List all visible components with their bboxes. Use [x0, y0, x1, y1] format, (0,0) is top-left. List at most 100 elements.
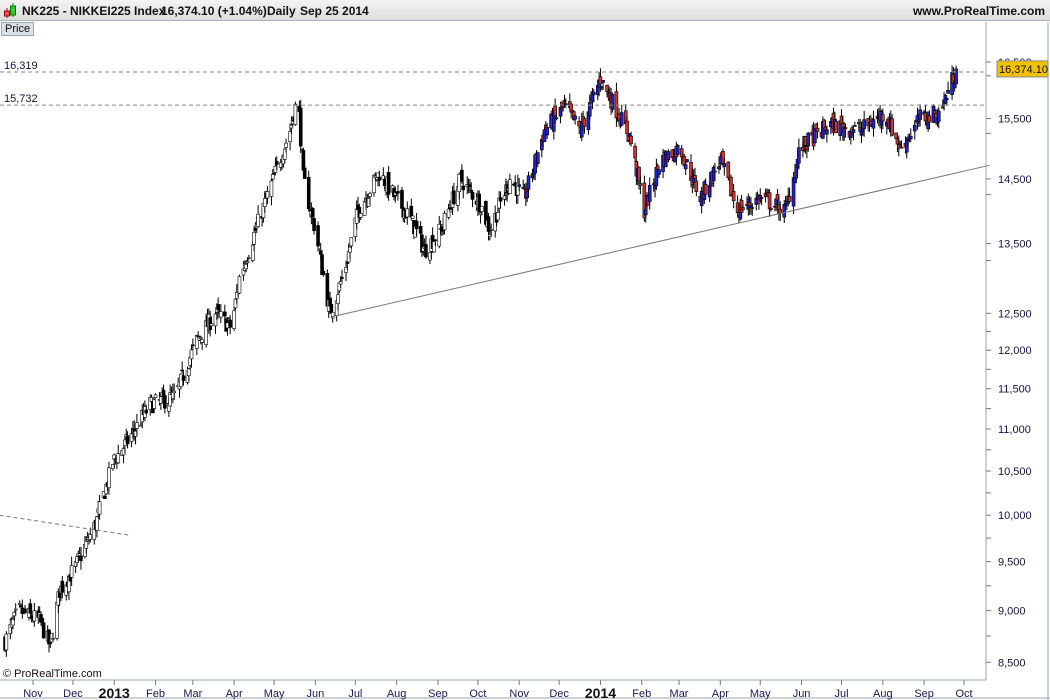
price-chart[interactable]: 16,31915,73216,50015,50014,50013,50012,5…: [0, 0, 1050, 700]
candle: [32, 610, 37, 622]
x-tick-label: Aug: [873, 688, 893, 700]
candle: [368, 193, 372, 197]
candle: [722, 163, 727, 167]
candle: [312, 218, 316, 232]
candle: [338, 281, 343, 285]
candle: [629, 135, 633, 145]
x-tick-label: Sep: [428, 688, 448, 700]
y-tick-label: 11,000: [998, 424, 1031, 436]
candle: [683, 164, 688, 170]
candle: [908, 135, 913, 140]
candle: [625, 120, 629, 135]
candle: [633, 145, 637, 159]
candle: [200, 339, 204, 343]
candle: [460, 169, 464, 182]
candle: [410, 215, 415, 219]
candle: [936, 110, 941, 122]
candle: [69, 565, 74, 578]
x-tick-label: Nov: [509, 688, 529, 700]
candle: [302, 167, 307, 179]
candle: [619, 112, 624, 126]
candle: [199, 337, 203, 339]
candle: [912, 124, 917, 132]
y-tick-label: 9,500: [998, 557, 1026, 569]
candle: [508, 179, 512, 194]
candle: [647, 184, 652, 202]
old-trendline[interactable]: [0, 514, 131, 536]
candle: [189, 349, 194, 360]
candle: [470, 191, 475, 200]
candle: [40, 617, 45, 623]
y-tick-label: 12,000: [998, 345, 1032, 357]
candle: [284, 142, 288, 148]
candle: [107, 467, 111, 489]
candle: [815, 127, 820, 132]
x-tick-label: Aug: [387, 688, 407, 700]
x-tick-label: Mar: [670, 688, 689, 700]
candle: [396, 191, 400, 194]
candle: [601, 79, 605, 83]
candle: [270, 173, 275, 180]
candle: [834, 121, 838, 134]
candle: [4, 633, 9, 651]
candle: [293, 103, 298, 125]
x-tick-label: Dec: [549, 688, 569, 700]
x-tick-label: 2013: [99, 685, 130, 700]
x-tick-label: Jun: [793, 688, 811, 700]
x-tick-label: Mar: [183, 688, 202, 700]
candle: [759, 197, 764, 199]
candle: [316, 225, 320, 247]
candle: [489, 228, 494, 231]
candle: [125, 435, 130, 445]
candle: [340, 277, 344, 279]
candle: [180, 369, 184, 372]
candle: [321, 270, 326, 276]
candle: [84, 541, 89, 549]
last-price-label: 16,374.10: [999, 64, 1048, 76]
candle: [191, 344, 195, 347]
candle: [643, 209, 648, 216]
candle: [232, 310, 236, 329]
candle: [927, 115, 932, 123]
candle: [51, 637, 55, 640]
candle: [269, 180, 274, 197]
y-tick-label: 12,500: [998, 308, 1032, 320]
candle: [726, 161, 731, 178]
candle: [713, 170, 717, 173]
candle: [610, 93, 615, 110]
candle: [336, 294, 340, 304]
candle: [767, 192, 772, 210]
candle: [526, 175, 531, 190]
candle: [591, 91, 596, 96]
candle: [657, 169, 661, 175]
candle: [13, 608, 18, 611]
candle: [480, 205, 484, 212]
candle: [153, 394, 158, 398]
candle: [573, 115, 577, 120]
candle: [946, 89, 950, 94]
x-tick-label: Feb: [632, 688, 651, 700]
candle: [797, 147, 801, 164]
x-tick-label: Jun: [307, 688, 325, 700]
x-tick-label: Dec: [63, 688, 83, 700]
x-tick-label: May: [264, 688, 285, 700]
x-tick-label: Feb: [146, 688, 165, 700]
x-tick-label: Apr: [712, 688, 729, 700]
candle: [862, 119, 866, 130]
y-tick-label: 10,500: [998, 466, 1032, 478]
candle: [181, 375, 186, 381]
candle: [954, 68, 958, 85]
candle: [237, 276, 242, 294]
candle: [252, 232, 256, 245]
candle: [666, 151, 671, 161]
candle: [97, 501, 102, 515]
candle: [881, 114, 885, 122]
candle: [144, 409, 149, 414]
candle: [918, 109, 922, 120]
candle: [256, 213, 260, 227]
candle: [223, 311, 227, 317]
candle: [890, 118, 894, 136]
candle: [246, 257, 251, 259]
candle: [219, 311, 223, 318]
candle: [461, 185, 466, 191]
